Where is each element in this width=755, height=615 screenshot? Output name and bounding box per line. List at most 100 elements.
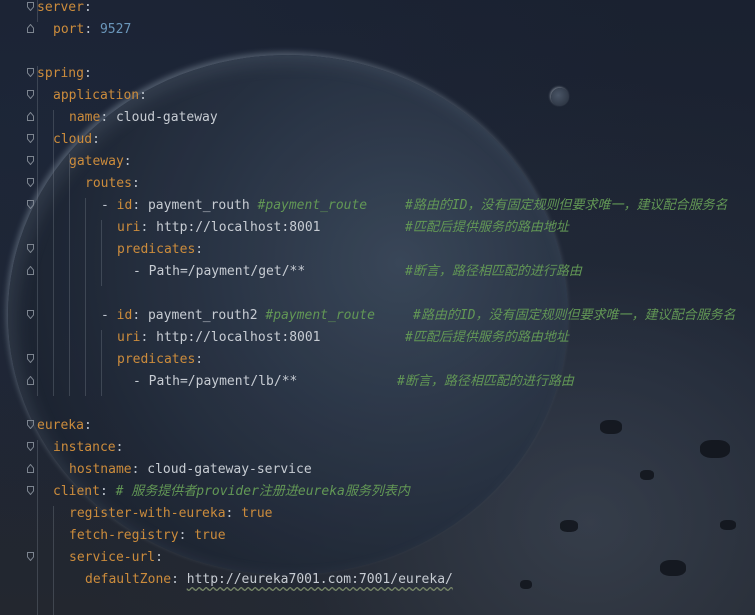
code-line: uri: http://localhost:8001 (117, 330, 321, 345)
code-line: #路由的ID，没有固定规则但要求唯一，建议配合服务名 (405, 195, 727, 217)
yaml-key: id (116, 198, 133, 213)
yaml-comment: # 服务提供者provider注册进eureka服务列表内 (115, 484, 410, 499)
asteroid (600, 420, 622, 434)
asteroid (660, 560, 686, 576)
code-line: service-url: (69, 550, 163, 565)
indent-guide (37, 440, 38, 615)
yaml-comment: #路由的ID，没有固定规则但要求唯一，建议配合服务名 (405, 198, 728, 213)
fold-icon[interactable] (27, 134, 34, 143)
yaml-key: gateway (69, 154, 124, 169)
yaml-key: routes (85, 176, 132, 191)
indent-guide (101, 220, 102, 286)
fold-end-icon[interactable] (27, 376, 34, 385)
yaml-comment: #匹配后提供服务的路由地址 (405, 220, 569, 235)
code-line: routes: (85, 176, 140, 191)
yaml-key: predicates (117, 352, 196, 367)
fold-icon[interactable] (27, 486, 34, 495)
indent-guide (53, 110, 54, 396)
fold-icon[interactable] (27, 244, 34, 253)
asteroid (700, 440, 730, 458)
fold-icon[interactable] (27, 420, 34, 429)
code-line: - Path=/payment/get/** (133, 261, 305, 283)
code-line: instance: (53, 440, 124, 455)
asteroid (520, 580, 532, 589)
code-line: predicates: (117, 242, 204, 257)
yaml-key: defaultZone (85, 572, 172, 587)
yaml-key: uri (117, 220, 141, 235)
fold-icon[interactable] (27, 200, 34, 209)
yaml-key: id (116, 308, 133, 323)
yaml-key: predicates (117, 242, 196, 257)
yaml-value: cloud-gateway (115, 110, 218, 125)
fold-icon[interactable] (27, 2, 34, 11)
fold-icon[interactable] (27, 156, 34, 165)
indent-guide (69, 154, 70, 396)
code-line: spring: (37, 66, 92, 81)
code-line: name: cloud-gateway (69, 110, 218, 125)
code-line: defaultZone: http://eureka7001.com:7001/… (85, 572, 453, 587)
yaml-key: cloud (53, 132, 93, 147)
code-line: eureka: (37, 418, 92, 433)
code-line: gateway: (69, 154, 132, 169)
yaml-value: true (241, 506, 273, 521)
yaml-value: - Path=/payment/get/** (133, 264, 306, 279)
asteroid (640, 470, 654, 480)
code-line: application: (53, 88, 147, 103)
yaml-comment: #payment_route (257, 198, 368, 213)
yaml-value: payment_routh2 (147, 308, 258, 323)
fold-icon[interactable] (27, 354, 34, 363)
code-line: predicates: (117, 352, 204, 367)
code-line: - id: payment_routh2 #payment_route (101, 308, 375, 323)
asteroid (720, 520, 736, 530)
yaml-key: instance (53, 440, 116, 455)
code-line: client: # 服务提供者provider注册进eureka服务列表内 (53, 484, 410, 499)
yaml-key: client (53, 484, 100, 499)
yaml-comment: #路由的ID，没有固定规则但要求唯一，建议配合服务名 (413, 308, 736, 323)
code-line: #匹配后提供服务的路由地址 (405, 217, 569, 239)
indent-guide (37, 66, 38, 396)
fold-icon[interactable] (27, 90, 34, 99)
code-line: register-with-eureka: true (69, 506, 273, 521)
code-line: #路由的ID，没有固定规则但要求唯一，建议配合服务名 (413, 305, 735, 327)
code-line: - Path=/payment/lb/** (133, 371, 297, 393)
yaml-value: cloud-gateway-service (147, 462, 312, 477)
yaml-key: hostname (69, 462, 132, 477)
yaml-value: payment_routh (147, 198, 250, 213)
yaml-key: port (53, 22, 85, 37)
fold-icon[interactable] (27, 68, 34, 77)
code-line: #匹配后提供服务的路由地址 (405, 327, 569, 349)
yaml-comment: #匹配后提供服务的路由地址 (405, 330, 569, 345)
yaml-comment: #断言，路径相匹配的进行路由 (397, 374, 574, 389)
fold-end-icon[interactable] (27, 24, 34, 33)
code-line: uri: http://localhost:8001 (117, 220, 321, 235)
code-line: #断言，路径相匹配的进行路由 (405, 261, 582, 283)
asteroid (560, 520, 578, 532)
code-line: server: (37, 0, 92, 15)
yaml-value: 9527 (99, 22, 132, 37)
yaml-comment: #断言，路径相匹配的进行路由 (405, 264, 582, 279)
fold-icon[interactable] (27, 178, 34, 187)
fold-icon[interactable] (27, 442, 34, 451)
fold-end-icon[interactable] (27, 464, 34, 473)
code-line: #断言，路径相匹配的进行路由 (397, 371, 574, 393)
yaml-value: - Path=/payment/lb/** (133, 374, 298, 389)
fold-end-icon[interactable] (27, 266, 34, 275)
fold-end-icon[interactable] (27, 112, 34, 121)
url-link[interactable]: http://eureka7001.com:7001/eureka/ (187, 572, 453, 587)
yaml-key: register-with-eureka (69, 506, 226, 521)
yaml-key: eureka (37, 418, 84, 433)
fold-icon[interactable] (27, 552, 34, 561)
yaml-key: server (37, 0, 84, 15)
yaml-value: http://localhost:8001 (156, 330, 321, 345)
indent-guide (85, 198, 86, 396)
fold-icon[interactable] (27, 310, 34, 319)
yaml-value: http://localhost:8001 (156, 220, 321, 235)
yaml-key: application (53, 88, 140, 103)
yaml-value: true (194, 528, 226, 543)
yaml-comment: #payment_route (265, 308, 375, 323)
indent-guide (53, 506, 54, 615)
editor-gutter (0, 0, 36, 615)
yaml-key: uri (117, 330, 141, 345)
yaml-key: fetch-registry (69, 528, 179, 543)
indent-guide (101, 330, 102, 396)
